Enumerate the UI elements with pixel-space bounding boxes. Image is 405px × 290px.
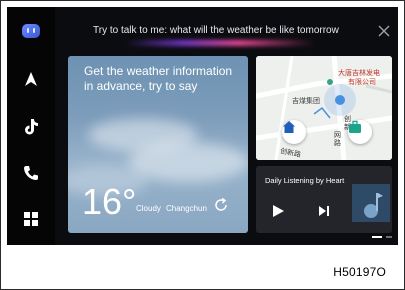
weather-card[interactable]: Get the weather information in advance, … — [68, 56, 248, 233]
map-label: 有限公司 — [348, 79, 376, 86]
next-track-icon[interactable] — [318, 205, 330, 217]
map-card[interactable]: 大唐吉林发电 有限公司 吉煤集团 创 新 网 路 创新路 — [256, 56, 392, 160]
album-art — [352, 184, 390, 222]
map-label: 吉煤集团 — [292, 98, 320, 105]
map-label: 路 — [334, 140, 341, 147]
music-app-icon — [25, 119, 38, 135]
apps-grid-button[interactable] — [19, 207, 43, 231]
refresh-icon[interactable] — [213, 197, 229, 213]
album-cover — [352, 184, 390, 222]
car-display: Try to talk to me: what will the weather… — [7, 7, 398, 245]
home-icon — [283, 121, 295, 133]
page-indicator — [372, 236, 392, 238]
temperature-value: 16° — [82, 181, 137, 222]
apps-grid-icon — [24, 212, 38, 226]
navigation-icon — [25, 72, 37, 86]
voice-prompt-text: Try to talk to me: what will the weather… — [93, 25, 339, 36]
music-app-button[interactable] — [19, 115, 43, 139]
music-title: Daily Listening by Heart — [265, 176, 345, 185]
weather-prompt: Get the weather information in advance, … — [84, 64, 233, 93]
weather-city: Changchun — [166, 204, 207, 213]
close-icon[interactable] — [377, 24, 391, 38]
navigation-button[interactable] — [19, 67, 43, 91]
music-card[interactable]: Daily Listening by Heart — [256, 166, 392, 233]
company-button[interactable] — [348, 120, 372, 144]
briefcase-icon — [349, 120, 361, 133]
voice-assistant-icon — [22, 24, 40, 38]
figure-code: H50197O — [333, 265, 386, 279]
sidebar — [7, 7, 55, 245]
phone-icon — [24, 166, 38, 180]
weather-condition: Cloudy — [136, 204, 161, 213]
voice-glow-bar — [125, 40, 315, 46]
home-button[interactable] — [282, 120, 306, 144]
phone-button[interactable] — [19, 161, 43, 185]
voice-assistant-button[interactable] — [19, 19, 43, 43]
play-icon[interactable] — [271, 204, 285, 218]
figure-frame: Try to talk to me: what will the weather… — [0, 0, 405, 290]
